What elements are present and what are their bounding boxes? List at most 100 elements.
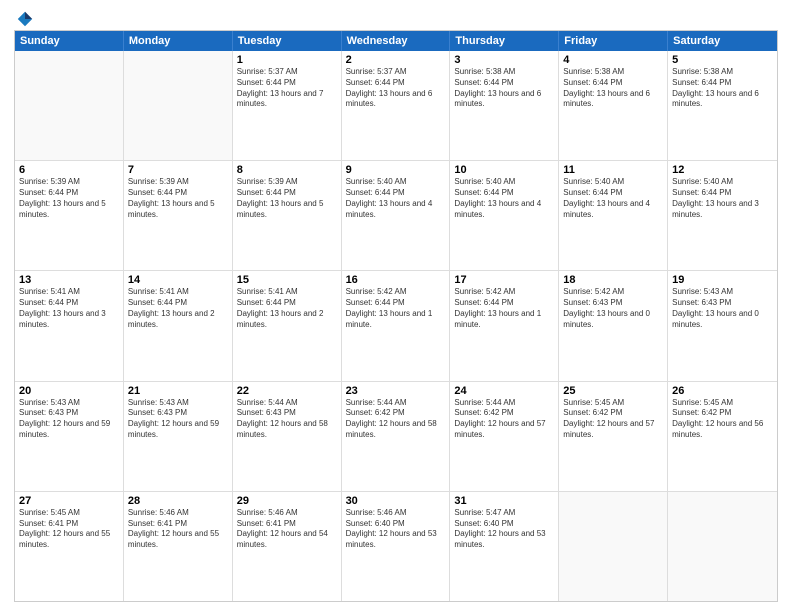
day-number: 2 [346,54,446,66]
day-number: 6 [19,164,119,176]
cell-content: Sunrise: 5:45 AM Sunset: 6:41 PM Dayligh… [19,508,119,551]
cell-content: Sunrise: 5:43 AM Sunset: 6:43 PM Dayligh… [672,287,773,330]
cell-content: Sunrise: 5:37 AM Sunset: 6:44 PM Dayligh… [237,67,337,110]
day-number: 30 [346,495,446,507]
calendar-cell: 29Sunrise: 5:46 AM Sunset: 6:41 PM Dayli… [233,492,342,601]
cell-content: Sunrise: 5:46 AM Sunset: 6:40 PM Dayligh… [346,508,446,551]
day-number: 27 [19,495,119,507]
cell-content: Sunrise: 5:38 AM Sunset: 6:44 PM Dayligh… [563,67,663,110]
calendar-cell: 31Sunrise: 5:47 AM Sunset: 6:40 PM Dayli… [450,492,559,601]
calendar-cell [15,51,124,160]
cell-content: Sunrise: 5:46 AM Sunset: 6:41 PM Dayligh… [237,508,337,551]
calendar-week-2: 6Sunrise: 5:39 AM Sunset: 6:44 PM Daylig… [15,161,777,271]
day-number: 13 [19,274,119,286]
cell-content: Sunrise: 5:40 AM Sunset: 6:44 PM Dayligh… [672,177,773,220]
cell-content: Sunrise: 5:45 AM Sunset: 6:42 PM Dayligh… [563,398,663,441]
logo-icon [16,10,34,28]
calendar-body: 1Sunrise: 5:37 AM Sunset: 6:44 PM Daylig… [15,51,777,601]
calendar-header-saturday: Saturday [668,31,777,51]
calendar-cell: 22Sunrise: 5:44 AM Sunset: 6:43 PM Dayli… [233,382,342,491]
day-number: 12 [672,164,773,176]
cell-content: Sunrise: 5:39 AM Sunset: 6:44 PM Dayligh… [128,177,228,220]
calendar-cell: 28Sunrise: 5:46 AM Sunset: 6:41 PM Dayli… [124,492,233,601]
cell-content: Sunrise: 5:45 AM Sunset: 6:42 PM Dayligh… [672,398,773,441]
calendar-cell: 15Sunrise: 5:41 AM Sunset: 6:44 PM Dayli… [233,271,342,380]
calendar-cell: 9Sunrise: 5:40 AM Sunset: 6:44 PM Daylig… [342,161,451,270]
cell-content: Sunrise: 5:42 AM Sunset: 6:43 PM Dayligh… [563,287,663,330]
cell-content: Sunrise: 5:41 AM Sunset: 6:44 PM Dayligh… [19,287,119,330]
day-number: 9 [346,164,446,176]
day-number: 22 [237,385,337,397]
day-number: 16 [346,274,446,286]
cell-content: Sunrise: 5:42 AM Sunset: 6:44 PM Dayligh… [346,287,446,330]
calendar-cell: 25Sunrise: 5:45 AM Sunset: 6:42 PM Dayli… [559,382,668,491]
calendar-cell: 7Sunrise: 5:39 AM Sunset: 6:44 PM Daylig… [124,161,233,270]
day-number: 21 [128,385,228,397]
day-number: 25 [563,385,663,397]
calendar-cell: 10Sunrise: 5:40 AM Sunset: 6:44 PM Dayli… [450,161,559,270]
day-number: 24 [454,385,554,397]
day-number: 18 [563,274,663,286]
calendar-header-monday: Monday [124,31,233,51]
calendar-cell: 8Sunrise: 5:39 AM Sunset: 6:44 PM Daylig… [233,161,342,270]
calendar-cell [559,492,668,601]
calendar: SundayMondayTuesdayWednesdayThursdayFrid… [14,30,778,602]
day-number: 11 [563,164,663,176]
cell-content: Sunrise: 5:42 AM Sunset: 6:44 PM Dayligh… [454,287,554,330]
calendar-header-wednesday: Wednesday [342,31,451,51]
calendar-cell: 14Sunrise: 5:41 AM Sunset: 6:44 PM Dayli… [124,271,233,380]
cell-content: Sunrise: 5:41 AM Sunset: 6:44 PM Dayligh… [128,287,228,330]
cell-content: Sunrise: 5:44 AM Sunset: 6:42 PM Dayligh… [454,398,554,441]
day-number: 19 [672,274,773,286]
cell-content: Sunrise: 5:39 AM Sunset: 6:44 PM Dayligh… [19,177,119,220]
logo [14,10,34,24]
calendar-cell: 2Sunrise: 5:37 AM Sunset: 6:44 PM Daylig… [342,51,451,160]
day-number: 23 [346,385,446,397]
cell-content: Sunrise: 5:39 AM Sunset: 6:44 PM Dayligh… [237,177,337,220]
calendar-cell: 5Sunrise: 5:38 AM Sunset: 6:44 PM Daylig… [668,51,777,160]
calendar-cell: 19Sunrise: 5:43 AM Sunset: 6:43 PM Dayli… [668,271,777,380]
cell-content: Sunrise: 5:47 AM Sunset: 6:40 PM Dayligh… [454,508,554,551]
calendar-cell: 18Sunrise: 5:42 AM Sunset: 6:43 PM Dayli… [559,271,668,380]
cell-content: Sunrise: 5:40 AM Sunset: 6:44 PM Dayligh… [454,177,554,220]
calendar-cell: 12Sunrise: 5:40 AM Sunset: 6:44 PM Dayli… [668,161,777,270]
day-number: 10 [454,164,554,176]
calendar-cell: 16Sunrise: 5:42 AM Sunset: 6:44 PM Dayli… [342,271,451,380]
calendar-cell: 13Sunrise: 5:41 AM Sunset: 6:44 PM Dayli… [15,271,124,380]
cell-content: Sunrise: 5:44 AM Sunset: 6:43 PM Dayligh… [237,398,337,441]
calendar-cell: 4Sunrise: 5:38 AM Sunset: 6:44 PM Daylig… [559,51,668,160]
day-number: 29 [237,495,337,507]
calendar-cell: 23Sunrise: 5:44 AM Sunset: 6:42 PM Dayli… [342,382,451,491]
calendar-cell: 30Sunrise: 5:46 AM Sunset: 6:40 PM Dayli… [342,492,451,601]
calendar-header-friday: Friday [559,31,668,51]
cell-content: Sunrise: 5:40 AM Sunset: 6:44 PM Dayligh… [563,177,663,220]
calendar-cell: 24Sunrise: 5:44 AM Sunset: 6:42 PM Dayli… [450,382,559,491]
calendar-week-1: 1Sunrise: 5:37 AM Sunset: 6:44 PM Daylig… [15,51,777,161]
day-number: 17 [454,274,554,286]
cell-content: Sunrise: 5:38 AM Sunset: 6:44 PM Dayligh… [454,67,554,110]
calendar-header-tuesday: Tuesday [233,31,342,51]
calendar-cell: 11Sunrise: 5:40 AM Sunset: 6:44 PM Dayli… [559,161,668,270]
day-number: 14 [128,274,228,286]
calendar-week-5: 27Sunrise: 5:45 AM Sunset: 6:41 PM Dayli… [15,492,777,601]
calendar-week-4: 20Sunrise: 5:43 AM Sunset: 6:43 PM Dayli… [15,382,777,492]
cell-content: Sunrise: 5:41 AM Sunset: 6:44 PM Dayligh… [237,287,337,330]
calendar-cell: 27Sunrise: 5:45 AM Sunset: 6:41 PM Dayli… [15,492,124,601]
cell-content: Sunrise: 5:43 AM Sunset: 6:43 PM Dayligh… [19,398,119,441]
page-header [14,10,778,24]
calendar-cell: 21Sunrise: 5:43 AM Sunset: 6:43 PM Dayli… [124,382,233,491]
day-number: 7 [128,164,228,176]
calendar-header-sunday: Sunday [15,31,124,51]
cell-content: Sunrise: 5:46 AM Sunset: 6:41 PM Dayligh… [128,508,228,551]
calendar-cell: 20Sunrise: 5:43 AM Sunset: 6:43 PM Dayli… [15,382,124,491]
cell-content: Sunrise: 5:37 AM Sunset: 6:44 PM Dayligh… [346,67,446,110]
day-number: 20 [19,385,119,397]
day-number: 15 [237,274,337,286]
day-number: 26 [672,385,773,397]
calendar-cell: 3Sunrise: 5:38 AM Sunset: 6:44 PM Daylig… [450,51,559,160]
calendar-cell: 17Sunrise: 5:42 AM Sunset: 6:44 PM Dayli… [450,271,559,380]
cell-content: Sunrise: 5:43 AM Sunset: 6:43 PM Dayligh… [128,398,228,441]
day-number: 3 [454,54,554,66]
calendar-header-thursday: Thursday [450,31,559,51]
cell-content: Sunrise: 5:44 AM Sunset: 6:42 PM Dayligh… [346,398,446,441]
